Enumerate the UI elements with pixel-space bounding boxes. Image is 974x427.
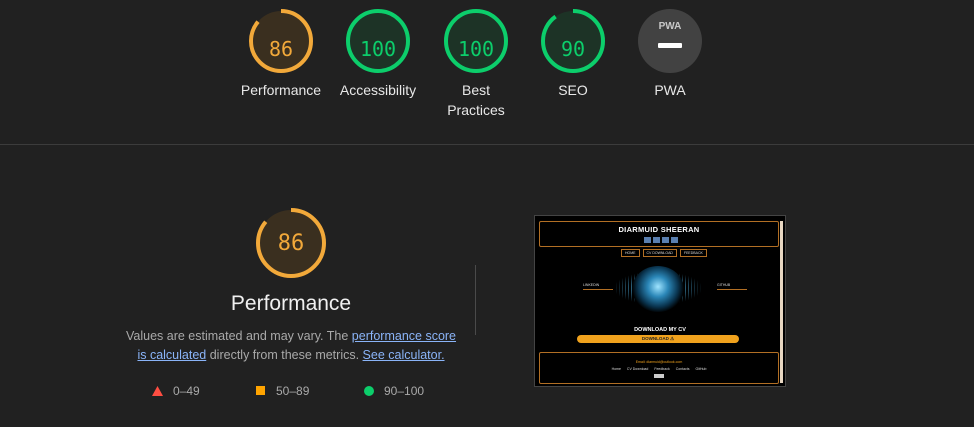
gauge-accessibility[interactable]: 100 Accessibility bbox=[323, 8, 433, 100]
category-gauges: 86 Performance 100 Accessibility 100 Bes… bbox=[0, 0, 974, 145]
download-heading: DOWNLOAD MY CV bbox=[634, 327, 686, 333]
legend-range: 50–89 bbox=[276, 384, 310, 398]
pwa-badge: PWA bbox=[638, 9, 702, 73]
footer-badge bbox=[654, 374, 664, 378]
legend-pass: 90–100 bbox=[364, 384, 424, 398]
performance-title: Performance bbox=[230, 292, 352, 315]
footer-links: Home CV Download Feedback Contacts GitHu… bbox=[540, 367, 778, 371]
gauge-label: Accessibility bbox=[339, 82, 417, 98]
footer-link: GitHub bbox=[695, 367, 707, 371]
legend-range: 90–100 bbox=[384, 384, 425, 398]
footer-link: Home bbox=[611, 367, 621, 371]
legend-average: 50–89 bbox=[256, 384, 309, 398]
circle-icon bbox=[364, 386, 374, 396]
gauge-score: 90 bbox=[560, 37, 586, 61]
site-header: DIARMUID SHEERAN bbox=[539, 221, 779, 247]
performance-score: 86 bbox=[277, 230, 305, 256]
performance-gauge: 86 bbox=[254, 206, 328, 280]
social-icon bbox=[644, 237, 651, 243]
gauge-score: 100 bbox=[359, 37, 397, 61]
thumbnail-scrollbar bbox=[780, 221, 783, 383]
square-icon bbox=[256, 386, 265, 395]
footer-link: Feedback bbox=[654, 367, 670, 371]
site-nav-item: FEEDBACK bbox=[679, 249, 707, 257]
legend-fail: 0–49 bbox=[152, 384, 200, 398]
download-button: DOWNLOAD ⚠ bbox=[577, 335, 739, 343]
see-calculator-link[interactable]: See calculator. bbox=[363, 348, 445, 362]
gauge-seo[interactable]: 90 SEO bbox=[518, 8, 628, 100]
vertical-separator bbox=[475, 265, 476, 335]
site-nav-item: CV DOWNLOAD bbox=[642, 249, 677, 257]
desc-text: Values are estimated and may vary. The bbox=[125, 329, 352, 343]
gauge-label-line: Practices bbox=[447, 102, 505, 118]
site-nav: HOME CV DOWNLOAD FEEDBACK bbox=[621, 249, 707, 257]
gauge-label: Best Practices bbox=[421, 80, 531, 120]
site-footer: Email: diarmuid@outlook.com Home CV Down… bbox=[539, 352, 779, 384]
gauge-score: 100 bbox=[457, 37, 495, 61]
triangle-icon bbox=[152, 386, 163, 396]
social-icon bbox=[662, 237, 669, 243]
gauge-best-practices[interactable]: 100 Best Practices bbox=[421, 8, 531, 120]
gauge-score: 86 bbox=[268, 37, 294, 61]
page-screenshot-thumbnail[interactable]: DIARMUID SHEERAN HOME CV DOWNLOAD FEEDBA… bbox=[534, 215, 786, 387]
pwa-badge-text: PWA bbox=[659, 21, 682, 32]
gauge-performance[interactable]: 86 Performance bbox=[226, 8, 336, 100]
footer-email: Email: diarmuid@outlook.com bbox=[635, 360, 683, 364]
dash-icon bbox=[658, 43, 682, 48]
legend-range: 0–49 bbox=[173, 384, 200, 398]
gauge-label-line: Best bbox=[461, 82, 490, 98]
social-icons bbox=[644, 237, 678, 243]
social-icon bbox=[671, 237, 678, 243]
side-link-right: GITHUB bbox=[717, 283, 747, 290]
site-nav-item: HOME bbox=[621, 249, 640, 257]
social-icon bbox=[653, 237, 660, 243]
gauge-pwa[interactable]: PWA PWA bbox=[615, 8, 725, 100]
site-title: DIARMUID SHEERAN bbox=[618, 225, 700, 234]
gauge-label: SEO bbox=[558, 82, 588, 98]
gauge-label: Performance bbox=[240, 82, 322, 98]
footer-link: Contacts bbox=[675, 367, 690, 371]
footer-link: CV Download bbox=[626, 367, 649, 371]
side-link-left: LINKEDIN bbox=[583, 283, 613, 290]
desc-text: directly from these metrics. bbox=[206, 348, 363, 362]
hero-orb-image bbox=[632, 266, 684, 312]
performance-description: Values are estimated and may vary. The p… bbox=[120, 327, 462, 365]
gauge-label: PWA bbox=[654, 82, 686, 98]
section-divider bbox=[0, 144, 974, 145]
